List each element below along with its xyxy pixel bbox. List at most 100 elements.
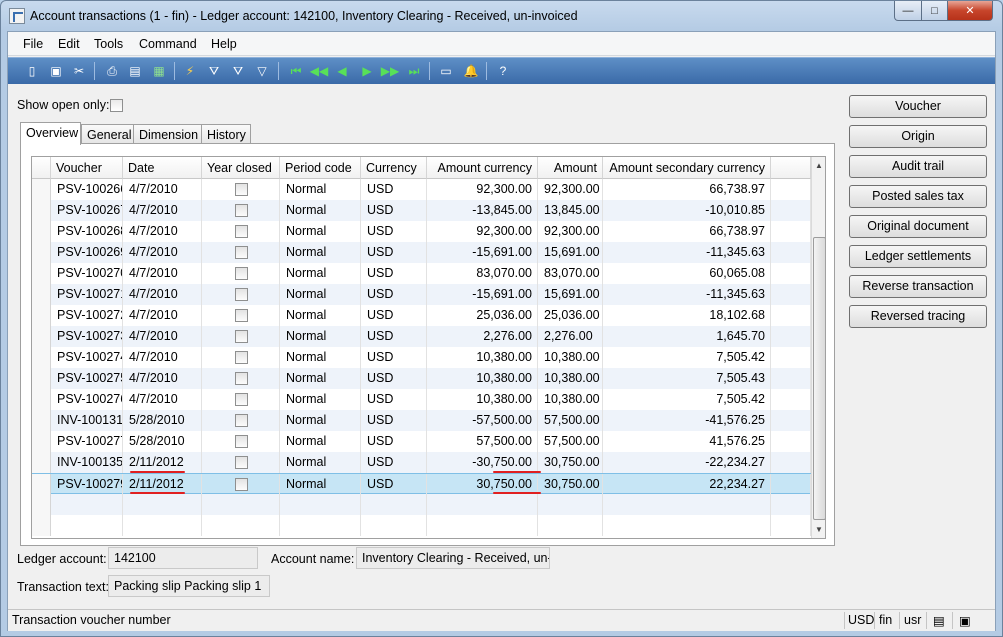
amount-secondary-cell[interactable]: -10,010.85 [603,200,771,221]
column-header-period-code[interactable]: Period code [280,157,361,179]
column-header-currency[interactable]: Currency [361,157,427,179]
period-code-cell[interactable]: Normal [280,474,361,495]
previous-record-icon[interactable]: ◀ [334,63,350,79]
amount-cell[interactable] [538,515,603,536]
year-closed-cell[interactable] [202,263,280,284]
date-cell[interactable]: 4/7/2010 [123,221,202,242]
maximize-button[interactable]: □ [921,1,948,21]
currency-cell[interactable]: USD [361,326,427,347]
filler-cell[interactable] [771,179,811,200]
menu-edit[interactable]: Edit [58,37,80,51]
voucher-cell[interactable]: INV-100131 [51,410,123,431]
filler-cell[interactable] [771,515,811,536]
filler-cell[interactable] [771,389,811,410]
previous-page-icon[interactable]: ◀◀ [310,63,328,79]
year-closed-checkbox[interactable] [235,225,248,238]
voucher-cell[interactable] [51,494,123,515]
voucher-cell[interactable]: PSV-100275 [51,368,123,389]
year-closed-cell[interactable] [202,305,280,326]
amount-currency-cell[interactable]: -15,691.00 [427,242,538,263]
last-record-icon[interactable]: ⏭ [406,63,422,79]
voucher-cell[interactable]: PSV-100267 [51,200,123,221]
date-cell[interactable]: 4/7/2010 [123,200,202,221]
amount-cell[interactable]: 83,070.00 [538,263,603,284]
voucher-cell[interactable]: PSV-100276 [51,389,123,410]
amount-secondary-cell[interactable]: 18,102.68 [603,305,771,326]
amount-currency-cell[interactable]: 92,300.00 [427,179,538,200]
table-row[interactable]: PSV-100267 4/7/2010 Normal USD -13,845.00 13,… [32,200,812,221]
amount-secondary-cell[interactable] [603,515,771,536]
year-closed-cell[interactable] [202,179,280,200]
date-cell[interactable]: 4/7/2010 [123,263,202,284]
currency-cell[interactable]: USD [361,368,427,389]
amount-currency-cell[interactable]: -13,845.00 [427,200,538,221]
year-closed-cell[interactable] [202,368,280,389]
filler-cell[interactable] [771,284,811,305]
amount-currency-cell[interactable]: 92,300.00 [427,221,538,242]
filler-cell[interactable] [771,263,811,284]
year-closed-cell[interactable] [202,452,280,473]
menu-command[interactable]: Command [139,37,197,51]
table-row[interactable]: PSV-100277 5/28/2010 Normal USD 57,500.00 57,… [32,431,812,452]
period-code-cell[interactable]: Normal [280,242,361,263]
voucher-cell[interactable]: PSV-100266 [51,179,123,200]
date-cell[interactable]: 4/7/2010 [123,284,202,305]
origin-button[interactable]: Origin [849,125,987,148]
table-row[interactable]: PSV-100275 4/7/2010 Normal USD 10,380.00 10,3… [32,368,812,389]
new-icon[interactable]: ▯ [24,63,40,79]
amount-secondary-cell[interactable]: -22,234.27 [603,452,771,473]
period-code-cell[interactable]: Normal [280,326,361,347]
menu-help[interactable]: Help [211,37,237,51]
amount-currency-cell[interactable]: -57,500.00 [427,410,538,431]
date-cell[interactable]: 4/7/2010 [123,326,202,347]
filler-cell[interactable] [771,242,811,263]
voucher-cell[interactable]: PSV-100279 [51,474,123,495]
reversed-tracing-button[interactable]: Reversed tracing [849,305,987,328]
amount-currency-cell[interactable]: 10,380.00 [427,368,538,389]
amount-cell[interactable]: 57,500.00 [538,410,603,431]
period-code-cell[interactable]: Normal [280,389,361,410]
amount-currency-cell[interactable]: 2,276.00 [427,326,538,347]
year-closed-checkbox[interactable] [235,351,248,364]
row-selector[interactable] [32,389,51,410]
posted-sales-tax-button[interactable]: Posted sales tax [849,185,987,208]
date-cell[interactable]: 4/7/2010 [123,179,202,200]
voucher-cell[interactable]: PSV-100277 [51,431,123,452]
row-selector[interactable] [32,494,51,515]
year-closed-cell[interactable] [202,389,280,410]
amount-secondary-cell[interactable]: 7,505.42 [603,389,771,410]
table-row[interactable]: PSV-100279 2/11/2012 Normal USD 30,750.00 30,… [32,473,812,495]
period-code-cell[interactable]: Normal [280,431,361,452]
row-selector[interactable] [32,368,51,389]
currency-cell[interactable]: USD [361,263,427,284]
year-closed-checkbox[interactable] [235,372,248,385]
next-page-icon[interactable]: ▶▶ [381,63,399,79]
scrollbar-thumb[interactable] [813,237,825,520]
filler-cell[interactable] [771,474,811,495]
year-closed-checkbox[interactable] [235,435,248,448]
tab-overview[interactable]: Overview [20,122,81,145]
filler-cell[interactable] [771,452,811,473]
amount-secondary-cell[interactable]: 66,738.97 [603,179,771,200]
currency-cell[interactable]: USD [361,242,427,263]
amount-secondary-cell[interactable]: 7,505.43 [603,368,771,389]
year-closed-checkbox[interactable] [235,267,248,280]
amount-currency-cell[interactable]: 83,070.00 [427,263,538,284]
date-cell[interactable]: 4/7/2010 [123,242,202,263]
row-selector[interactable] [32,474,51,495]
period-code-cell[interactable]: Normal [280,179,361,200]
date-cell[interactable]: 4/7/2010 [123,368,202,389]
row-selector[interactable] [32,326,51,347]
row-selector[interactable] [32,410,51,431]
currency-cell[interactable]: USD [361,410,427,431]
status-currency[interactable]: USD [848,613,874,627]
currency-cell[interactable]: USD [361,389,427,410]
empty-table-row[interactable] [32,515,812,536]
row-selector[interactable] [32,347,51,368]
voucher-cell[interactable]: PSV-100268 [51,221,123,242]
table-row[interactable]: PSV-100272 4/7/2010 Normal USD 25,036.00 25,0… [32,305,812,326]
currency-cell[interactable]: USD [361,179,427,200]
row-selector[interactable] [32,305,51,326]
column-header-date[interactable]: Date [123,157,202,179]
print-icon[interactable]: ⎙ [104,63,120,79]
